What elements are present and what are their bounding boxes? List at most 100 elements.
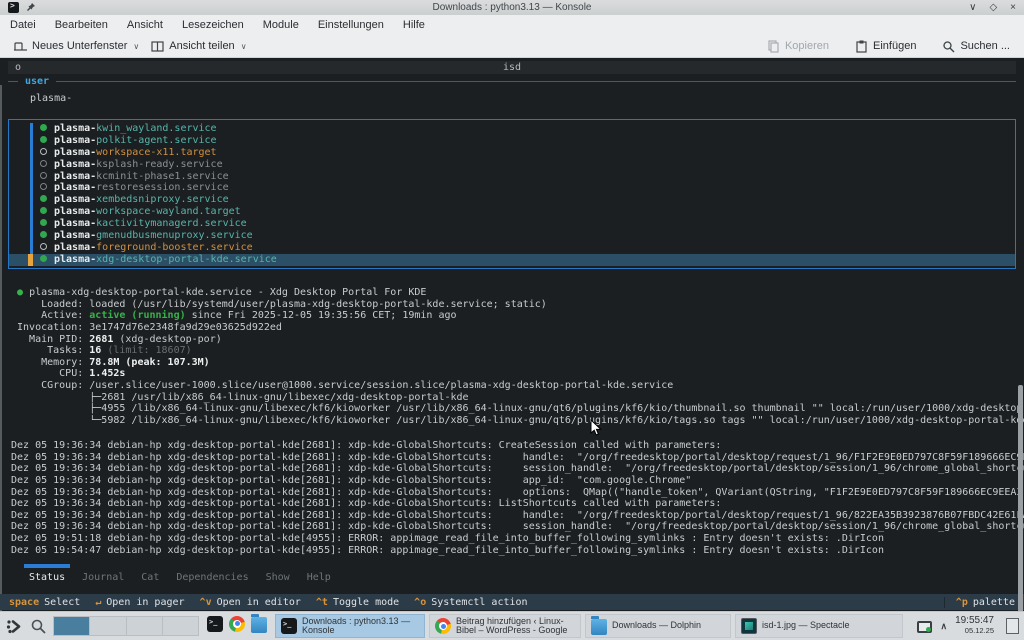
service-prefix: plasma-	[54, 159, 96, 170]
close-button[interactable]: ×	[1010, 3, 1016, 13]
rule-line	[8, 81, 18, 82]
service-name: xembedsniproxy.service	[96, 194, 228, 205]
menu-item-hilfe[interactable]: Hilfe	[403, 19, 425, 31]
new-tab-button[interactable]: Neues Unterfenster ∨	[8, 38, 145, 55]
unit-search-input[interactable]: plasma-	[30, 93, 72, 104]
service-prefix: plasma-	[54, 194, 96, 205]
active-unit-dot-icon	[40, 231, 47, 238]
service-row[interactable]: plasma-workspace-wayland.target	[9, 206, 1015, 218]
menu-item-einstellungen[interactable]: Einstellungen	[318, 19, 384, 31]
keybinding[interactable]: spaceSelect	[9, 597, 80, 608]
log-line: Dez 05 19:36:34 debian-hp xdg-desktop-po…	[11, 510, 1024, 522]
tab-dependencies[interactable]: Dependencies	[176, 572, 248, 583]
service-row[interactable]: plasma-kwin_wayland.service	[9, 123, 1015, 135]
dolphin-launcher[interactable]	[251, 615, 267, 638]
minimize-button[interactable]: ∨	[969, 3, 976, 13]
task-button-dolphin[interactable]: Downloads — Dolphin	[585, 614, 731, 638]
service-row[interactable]: plasma-foreground-booster.service	[9, 242, 1015, 254]
service-row[interactable]: plasma-restoresession.service	[9, 182, 1015, 194]
app-launcher-button[interactable]	[5, 617, 24, 636]
task-button-chrome[interactable]: Beitrag hinzufügen ‹ Linux-Bibel – WordP…	[429, 614, 581, 638]
tray-expand-icon[interactable]: ∧	[940, 621, 947, 632]
service-prefix: plasma-	[54, 230, 96, 241]
chrome-launcher[interactable]	[229, 616, 245, 637]
tray-device-icon[interactable]	[917, 621, 932, 633]
keybinding-bar: spaceSelect ↵Open in pager ^vOpen in edito…	[0, 594, 1024, 610]
keybinding[interactable]: ^vOpen in editor	[200, 597, 301, 608]
menu-item-module[interactable]: Module	[263, 19, 299, 31]
menu-item-lesezeichen[interactable]: Lesezeichen	[182, 19, 244, 31]
task-button-spectacle[interactable]: isd-1.jpg — Spectacle	[735, 614, 903, 638]
service-name: workspace-wayland.target	[96, 206, 241, 217]
action-label: Select	[44, 597, 80, 608]
mouse-cursor	[590, 419, 602, 437]
konsole-icon	[207, 616, 223, 632]
service-name: polkit-agent.service	[96, 135, 216, 146]
service-prefix: plasma-	[54, 218, 96, 229]
status-line: Memory: 78.8M (peak: 107.3M)	[11, 357, 1024, 369]
key-label: ↵	[95, 597, 101, 608]
menu-item-bearbeiten[interactable]: Bearbeiten	[55, 19, 108, 31]
service-prefix: plasma-	[54, 242, 96, 253]
unit-list[interactable]: plasma-kwin_wayland.serviceplasma-polkit…	[8, 119, 1016, 269]
action-label: Toggle mode	[333, 597, 399, 608]
konsole-launcher[interactable]	[207, 616, 223, 637]
tab-status[interactable]: Status	[29, 572, 65, 583]
log-line: Dez 05 19:36:34 debian-hp xdg-desktop-po…	[11, 498, 1024, 510]
menu-item-ansicht[interactable]: Ansicht	[127, 19, 163, 31]
service-prefix: plasma-	[54, 171, 96, 182]
paste-button[interactable]: Einfügen	[849, 38, 922, 55]
spectacle-icon	[741, 618, 757, 634]
service-row[interactable]: plasma-workspace-x11.target	[9, 147, 1015, 159]
copy-button[interactable]: Kopieren	[761, 38, 835, 55]
service-name: gmenudbusmenuproxy.service	[96, 230, 253, 241]
tab-journal[interactable]: Journal	[82, 572, 124, 583]
search-button[interactable]: Suchen ...	[936, 38, 1016, 55]
paste-icon	[855, 40, 868, 53]
desktop-cell[interactable]	[54, 617, 90, 635]
service-name: ksplash-ready.service	[96, 159, 222, 170]
service-row[interactable]: plasma-kcminit-phase1.service	[9, 171, 1015, 183]
service-row[interactable]: plasma-xdg-desktop-portal-kde.service	[9, 254, 1015, 266]
tui-app-title: isd	[8, 62, 1016, 73]
terminal-view[interactable]: o isd user plasma- plasma-kwin_wayland.s…	[0, 57, 1024, 612]
service-name: xdg-desktop-portal-kde.service	[96, 254, 277, 265]
tab-cat[interactable]: Cat	[141, 572, 159, 583]
keybinding[interactable]: ^oSystemctl action	[414, 597, 527, 608]
service-row[interactable]: plasma-gmenudbusmenuproxy.service	[9, 230, 1015, 242]
virtual-desktop-pager[interactable]	[53, 616, 199, 636]
digital-clock[interactable]: 19:55:47 05.12.25	[955, 616, 994, 636]
copy-label: Kopieren	[785, 40, 829, 52]
keybinding[interactable]: ^tToggle mode	[316, 597, 399, 608]
maximize-button[interactable]: ◇	[989, 3, 997, 13]
tab-help[interactable]: Help	[307, 572, 331, 583]
system-tray: ∧ 19:55:47 05.12.25	[917, 616, 1019, 636]
preview-tab-bar: Status Journal Cat Dependencies Show Help	[29, 572, 331, 583]
log-line: Dez 05 19:36:34 debian-hp xdg-desktop-po…	[11, 440, 1024, 452]
service-name: kwin_wayland.service	[96, 123, 216, 134]
service-row[interactable]: plasma-ksplash-ready.service	[9, 159, 1015, 171]
service-row[interactable]: plasma-polkit-agent.service	[9, 135, 1015, 147]
copy-icon	[767, 40, 780, 53]
split-view-button[interactable]: Ansicht teilen ∨	[145, 38, 252, 55]
status-panel[interactable]: ● plasma-xdg-desktop-portal-kde.service …	[11, 287, 1024, 427]
desktop-cell[interactable]	[127, 617, 163, 635]
terminal-scrollbar[interactable]	[1018, 385, 1023, 615]
task-title: isd-1.jpg — Spectacle	[762, 621, 850, 631]
palette-shortcut[interactable]: ^ppalette	[944, 597, 1015, 608]
window-titlebar[interactable]: Downloads : python3.13 — Konsole ∨ ◇ ×	[0, 0, 1024, 15]
rule-line	[56, 81, 1016, 82]
keybinding[interactable]: ↵Open in pager	[95, 597, 184, 608]
task-button-konsole[interactable]: Downloads : python3.13 — Konsole	[275, 614, 425, 638]
menu-item-datei[interactable]: Datei	[10, 19, 36, 31]
desktop-cell[interactable]	[163, 617, 198, 635]
search-launcher-button[interactable]	[30, 618, 47, 635]
tab-show[interactable]: Show	[266, 572, 290, 583]
clock-time: 19:55:47	[955, 616, 994, 626]
show-desktop-button[interactable]	[1006, 618, 1019, 634]
service-row[interactable]: plasma-xembedsniproxy.service	[9, 194, 1015, 206]
split-view-label: Ansicht teilen	[169, 40, 234, 52]
service-row[interactable]: plasma-kactivitymanagerd.service	[9, 218, 1015, 230]
desktop-cell[interactable]	[90, 617, 126, 635]
journal-log-panel[interactable]: Dez 05 19:36:34 debian-hp xdg-desktop-po…	[11, 440, 1024, 556]
